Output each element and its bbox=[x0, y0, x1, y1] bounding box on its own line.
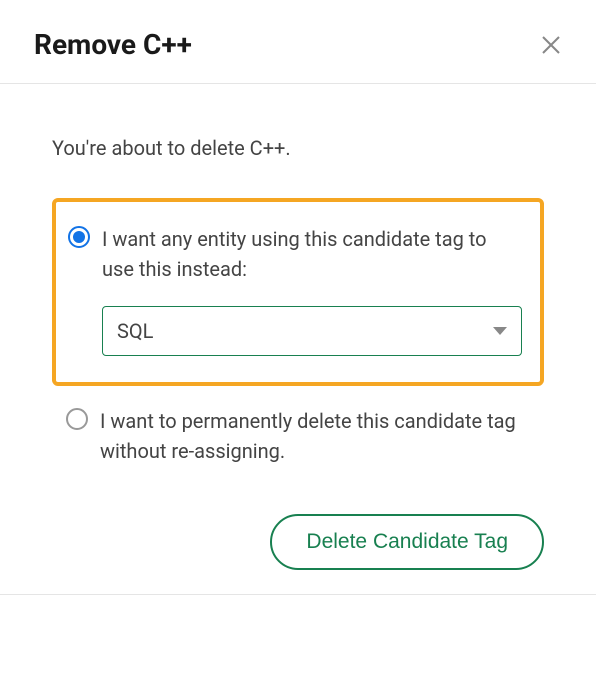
replacement-select-value: SQL bbox=[117, 319, 153, 343]
replacement-select[interactable]: SQL bbox=[102, 306, 522, 356]
option-delete[interactable]: I want to permanently delete this candid… bbox=[52, 396, 544, 466]
modal-title: Remove C++ bbox=[34, 28, 192, 61]
modal-actions: Delete Candidate Tag bbox=[0, 486, 596, 590]
delete-candidate-tag-button[interactable]: Delete Candidate Tag bbox=[270, 514, 544, 570]
replacement-select-wrap: SQL bbox=[102, 306, 522, 356]
option-replace-label: I want any entity using this candidate t… bbox=[102, 224, 522, 284]
radio-delete[interactable] bbox=[66, 408, 88, 430]
intro-text: You're about to delete C++. bbox=[52, 136, 544, 160]
footer-divider bbox=[0, 594, 596, 595]
chevron-down-icon bbox=[493, 327, 507, 335]
option-replace[interactable]: I want any entity using this candidate t… bbox=[68, 224, 522, 284]
modal-header: Remove C++ bbox=[0, 0, 596, 84]
replace-option-box: I want any entity using this candidate t… bbox=[52, 198, 544, 386]
remove-tag-modal: Remove C++ You're about to delete C++. I… bbox=[0, 0, 596, 595]
radio-replace[interactable] bbox=[68, 226, 90, 248]
option-delete-label: I want to permanently delete this candid… bbox=[100, 406, 526, 466]
modal-body: You're about to delete C++. I want any e… bbox=[0, 84, 596, 486]
close-icon[interactable] bbox=[540, 34, 562, 56]
